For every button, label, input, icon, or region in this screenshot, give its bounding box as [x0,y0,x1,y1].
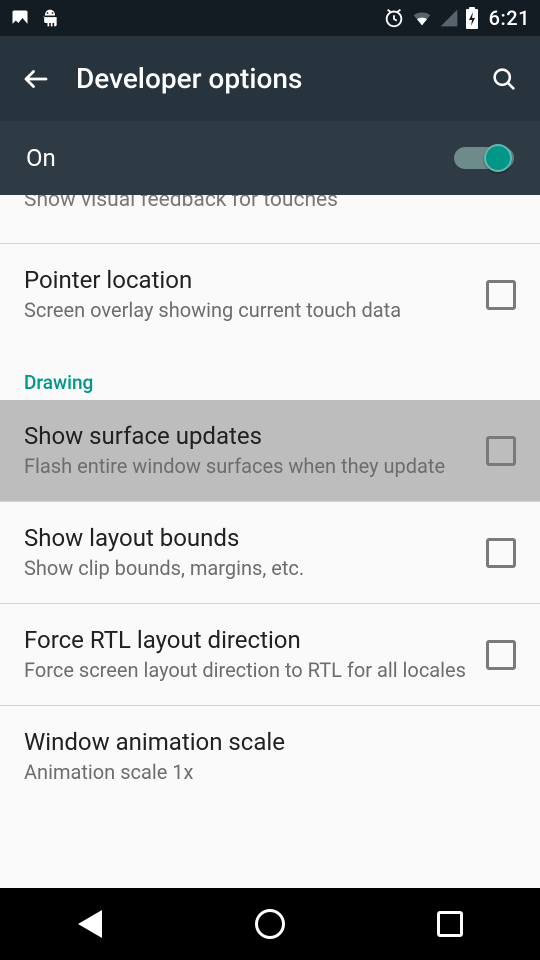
nav-recent-button[interactable] [400,900,500,948]
status-clock: 6:21 [489,6,530,30]
nav-bar [0,888,540,960]
list-item-surface-updates[interactable]: Show surface updates Flash entire window… [0,400,540,501]
window-anim-subtitle: Animation scale 1x [24,760,496,785]
battery-charging-icon [465,7,479,29]
show-touches-subtitle: Show visual feedback for touches [24,195,338,212]
pointer-location-subtitle: Screen overlay showing current touch dat… [24,298,466,323]
cell-signal-icon [439,8,459,28]
switch-thumb-icon [484,144,512,172]
nav-back-icon [78,910,102,938]
force-rtl-subtitle: Force screen layout direction to RTL for… [24,658,466,683]
force-rtl-checkbox[interactable] [486,640,516,670]
pointer-location-checkbox[interactable] [486,280,516,310]
nav-recent-icon [437,911,463,937]
picture-icon [10,8,30,28]
layout-bounds-checkbox[interactable] [486,538,516,568]
master-switch-row[interactable]: On [0,121,540,195]
search-button[interactable] [476,51,532,107]
android-icon [40,8,60,28]
list-item-layout-bounds[interactable]: Show layout bounds Show clip bounds, mar… [0,502,540,603]
settings-list[interactable]: Show visual feedback for touches Pointer… [0,195,540,888]
layout-bounds-title: Show layout bounds [24,524,466,552]
alarm-icon [383,7,405,29]
force-rtl-title: Force RTL layout direction [24,626,466,654]
nav-home-icon [255,909,285,939]
list-item-window-anim[interactable]: Window animation scale Animation scale 1… [0,706,540,807]
list-item-show-touches-clipped[interactable]: Show visual feedback for touches [0,195,540,226]
surface-updates-checkbox[interactable] [486,436,516,466]
window-anim-title: Window animation scale [24,728,496,756]
status-bar: 6:21 [0,0,540,36]
nav-back-button[interactable] [40,900,140,948]
search-icon [490,65,518,93]
master-switch-toggle[interactable] [454,141,514,175]
master-switch-label: On [26,144,56,172]
page-title: Developer options [64,62,476,95]
list-item-force-rtl[interactable]: Force RTL layout direction Force screen … [0,604,540,705]
wifi-icon [411,7,433,29]
surface-updates-subtitle: Flash entire window surfaces when they u… [24,454,466,479]
list-item-pointer-location[interactable]: Pointer location Screen overlay showing … [0,244,540,345]
pointer-location-title: Pointer location [24,266,466,294]
surface-updates-title: Show surface updates [24,422,466,450]
section-header-drawing: Drawing [0,345,540,400]
back-arrow-icon [21,64,51,94]
app-bar: Developer options [0,36,540,121]
nav-home-button[interactable] [220,900,320,948]
layout-bounds-subtitle: Show clip bounds, margins, etc. [24,556,466,581]
back-button[interactable] [8,51,64,107]
